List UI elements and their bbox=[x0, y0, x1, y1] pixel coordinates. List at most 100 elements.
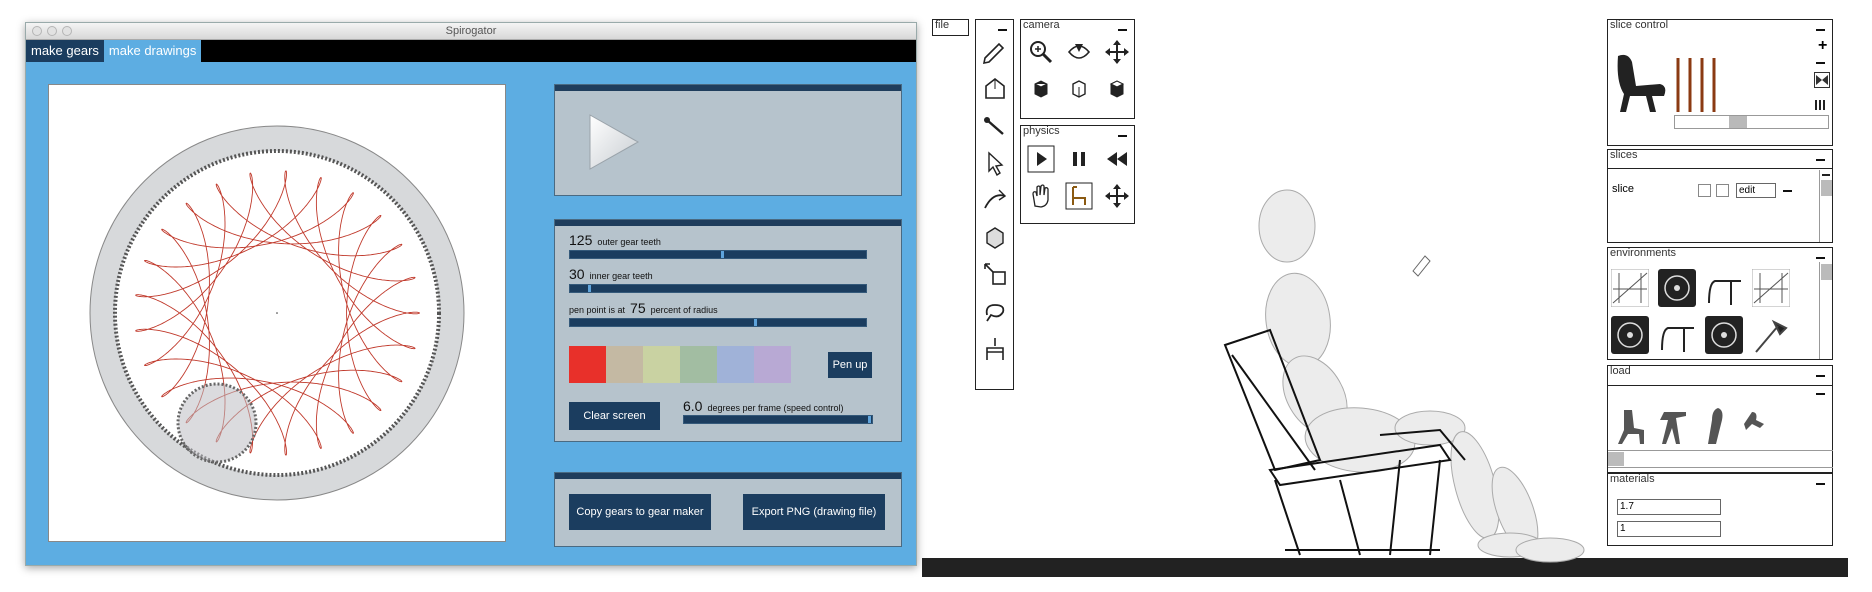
fan-env-icon bbox=[1658, 269, 1696, 307]
slice-position-slider[interactable] bbox=[1674, 115, 1829, 129]
lamp-env-thumbnail-8[interactable] bbox=[1752, 316, 1790, 359]
stair-env-icon bbox=[1751, 268, 1791, 308]
stair-env-thumbnail-4[interactable] bbox=[1751, 268, 1791, 312]
chair-env-icon bbox=[1708, 280, 1741, 305]
camera-title: camera bbox=[1023, 19, 1060, 31]
window-titlebar: Spirogator bbox=[26, 23, 916, 40]
collapse-physics-button[interactable] bbox=[1118, 135, 1127, 137]
brush-icon[interactable] bbox=[981, 112, 1009, 140]
speed-slider[interactable] bbox=[683, 415, 873, 424]
collapse-slices-button[interactable] bbox=[1816, 159, 1825, 161]
color-swatch-6[interactable] bbox=[754, 346, 791, 383]
pose-figure-icon bbox=[1660, 412, 1686, 444]
outer-gear-value: 125 bbox=[569, 232, 593, 248]
mode-tabs: make gears make drawings bbox=[26, 40, 916, 62]
collapse-materials-button[interactable] bbox=[1816, 483, 1825, 485]
drawing-canvas[interactable] bbox=[48, 84, 506, 542]
outer-gear-slider[interactable] bbox=[569, 250, 867, 259]
standing-figure-icon bbox=[1708, 408, 1723, 444]
tab-make-gears[interactable]: make gears bbox=[26, 40, 104, 62]
add-slice-icon[interactable]: + bbox=[1818, 37, 1827, 55]
pen-point-suffix: percent of radius bbox=[650, 305, 718, 315]
pen-up-button[interactable]: Pen up bbox=[828, 352, 872, 378]
flip-slice-icon[interactable] bbox=[1814, 72, 1830, 88]
close-window-button[interactable] bbox=[32, 26, 42, 36]
color-swatch-2[interactable] bbox=[606, 346, 643, 383]
sitting-figure-icon bbox=[1618, 410, 1644, 444]
slices-panel: slices slice edit bbox=[1607, 149, 1833, 243]
inner-gear-slider[interactable] bbox=[569, 284, 867, 293]
inner-gear bbox=[176, 382, 258, 464]
collapse-tools-button[interactable] bbox=[998, 29, 1007, 31]
cube-front-icon[interactable] bbox=[1027, 74, 1055, 102]
slice-options-icon[interactable] bbox=[1815, 100, 1828, 110]
pen-point-slider[interactable] bbox=[569, 318, 867, 327]
materials-panel: materials 1.7 1 bbox=[1607, 473, 1833, 546]
stair-env-thumbnail-1[interactable] bbox=[1610, 268, 1650, 312]
load-slider[interactable] bbox=[1608, 452, 1624, 466]
tab-make-drawings[interactable]: make drawings bbox=[103, 40, 202, 62]
stair-env-icon bbox=[1610, 268, 1650, 308]
inner-gear-label: inner gear teeth bbox=[589, 271, 653, 281]
color-swatch-1[interactable] bbox=[569, 346, 606, 383]
materials-title: materials bbox=[1610, 473, 1655, 485]
camera-panel: camera bbox=[1020, 19, 1135, 119]
collapse-load-button[interactable] bbox=[1816, 375, 1825, 377]
minimize-window-button[interactable] bbox=[47, 26, 57, 36]
fan-env-thumbnail-7[interactable] bbox=[1705, 316, 1743, 359]
environments-scrollbar[interactable] bbox=[1819, 262, 1833, 359]
color-swatch-5[interactable] bbox=[717, 346, 754, 383]
pan-icon[interactable] bbox=[1103, 38, 1131, 66]
color-swatch-4[interactable] bbox=[680, 346, 717, 383]
lamp-env-icon bbox=[1755, 319, 1788, 353]
window-title: Spirogator bbox=[445, 25, 497, 37]
center-dot bbox=[276, 312, 278, 314]
collapse-camera-button[interactable] bbox=[1118, 29, 1127, 31]
load-panel: load bbox=[1607, 365, 1833, 473]
material-value-2[interactable]: 1 bbox=[1617, 521, 1721, 537]
spirogator-window: Spirogator make gears make drawings 125 … bbox=[25, 22, 917, 566]
rotate-icon[interactable] bbox=[1065, 38, 1093, 66]
pencil-icon[interactable] bbox=[981, 38, 1009, 66]
slice-control-title: slice control bbox=[1610, 19, 1669, 31]
fan-env-icon bbox=[1705, 316, 1743, 354]
speed-label: degrees per frame (speed control) bbox=[707, 403, 844, 413]
cube-side-icon[interactable] bbox=[1065, 74, 1093, 102]
physics-title: physics bbox=[1023, 125, 1060, 137]
color-swatch-3[interactable] bbox=[643, 346, 680, 383]
material-value-1[interactable]: 1.7 bbox=[1617, 499, 1721, 515]
cube-top-icon[interactable] bbox=[1103, 74, 1131, 102]
slices-scrollbar[interactable] bbox=[1819, 170, 1833, 242]
chair-env-thumbnail-3[interactable] bbox=[1705, 269, 1743, 312]
slice-lock-checkbox[interactable] bbox=[1716, 184, 1729, 197]
remove-slice-row-button[interactable] bbox=[1783, 190, 1792, 192]
remove-load-button[interactable] bbox=[1816, 393, 1825, 395]
zoom-window-button[interactable] bbox=[62, 26, 72, 36]
pen-point-value: 75 bbox=[630, 300, 646, 316]
file-menu-label: file bbox=[935, 19, 950, 31]
slices-title: slices bbox=[1610, 149, 1638, 161]
load-figures bbox=[1618, 408, 1764, 444]
figure-mannequin bbox=[1258, 189, 1585, 563]
slice-row-label: slice bbox=[1612, 183, 1635, 195]
pencil-cursor-icon bbox=[1412, 255, 1431, 277]
collapse-slice-control-button[interactable] bbox=[1816, 29, 1825, 31]
extrude-icon[interactable] bbox=[981, 75, 1009, 103]
fan-env-thumbnail-5[interactable] bbox=[1611, 316, 1649, 359]
play-icon[interactable] bbox=[588, 113, 640, 171]
fan-env-icon bbox=[1611, 316, 1649, 354]
slice-visible-checkbox[interactable] bbox=[1698, 184, 1711, 197]
zoom-icon[interactable] bbox=[1027, 38, 1055, 66]
slice-edit-field[interactable]: edit bbox=[1736, 183, 1776, 198]
export-png-button[interactable]: Export PNG (drawing file) bbox=[743, 494, 885, 530]
inner-gear-value: 30 bbox=[569, 266, 585, 282]
chair-env-thumbnail-6[interactable] bbox=[1658, 316, 1696, 359]
clear-screen-button[interactable]: Clear screen bbox=[569, 402, 660, 430]
file-menu[interactable]: file bbox=[932, 19, 969, 36]
fan-env-thumbnail-2[interactable] bbox=[1658, 269, 1696, 312]
copy-gears-button[interactable]: Copy gears to gear maker bbox=[569, 494, 711, 530]
chair-preview-icon bbox=[1617, 54, 1666, 112]
remove-slice-button[interactable] bbox=[1816, 62, 1825, 64]
collapse-environments-button[interactable] bbox=[1816, 257, 1825, 259]
pen-point-prefix: pen point is at bbox=[569, 305, 626, 315]
